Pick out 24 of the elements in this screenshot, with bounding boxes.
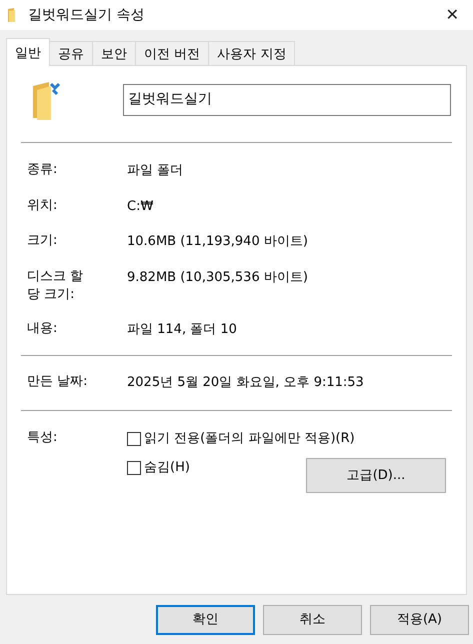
property-label: 만든 날짜: (27, 373, 89, 392)
dialog-button[interactable]: 적용(A) (370, 605, 469, 635)
name-field[interactable]: 길벗워드실기 (123, 84, 451, 116)
property-value: 파일 114, 폴더 10 (127, 320, 237, 339)
window-title: 길벗워드실기 속성 (28, 6, 144, 24)
property-label: 디스크 할 당 크기: (27, 268, 84, 304)
property-value: C:₩ (127, 198, 154, 216)
dialog-button[interactable]: 확인 (156, 605, 255, 635)
tab[interactable]: 사용자 지정 (208, 41, 296, 65)
checkbox[interactable]: 숨김(H) (127, 458, 190, 478)
dialog-button[interactable]: 취소 (263, 605, 362, 635)
property-label: 크기: (27, 232, 58, 250)
tab[interactable]: 일반 (6, 38, 50, 66)
checkbox[interactable]: 읽기 전용(폴더의 파일에만 적용)(R) (127, 428, 355, 448)
close-button[interactable]: ✕ (438, 3, 467, 27)
property-value: 파일 폴더 (127, 162, 184, 180)
property-label: 종류: (27, 161, 58, 179)
property-value: 2025년 5월 20일 화요일, 오후 9:11:53 (127, 374, 364, 392)
property-label: 내용: (27, 320, 58, 338)
advanced-button[interactable]: 고급(D)... (306, 458, 446, 494)
property-value: 9.82MB (10,305,536 바이트) (127, 268, 308, 286)
attributes-label: 특성: (27, 428, 58, 447)
property-value: 10.6MB (11,193,940 바이트) (127, 233, 308, 251)
property-label: 위치: (27, 196, 58, 214)
